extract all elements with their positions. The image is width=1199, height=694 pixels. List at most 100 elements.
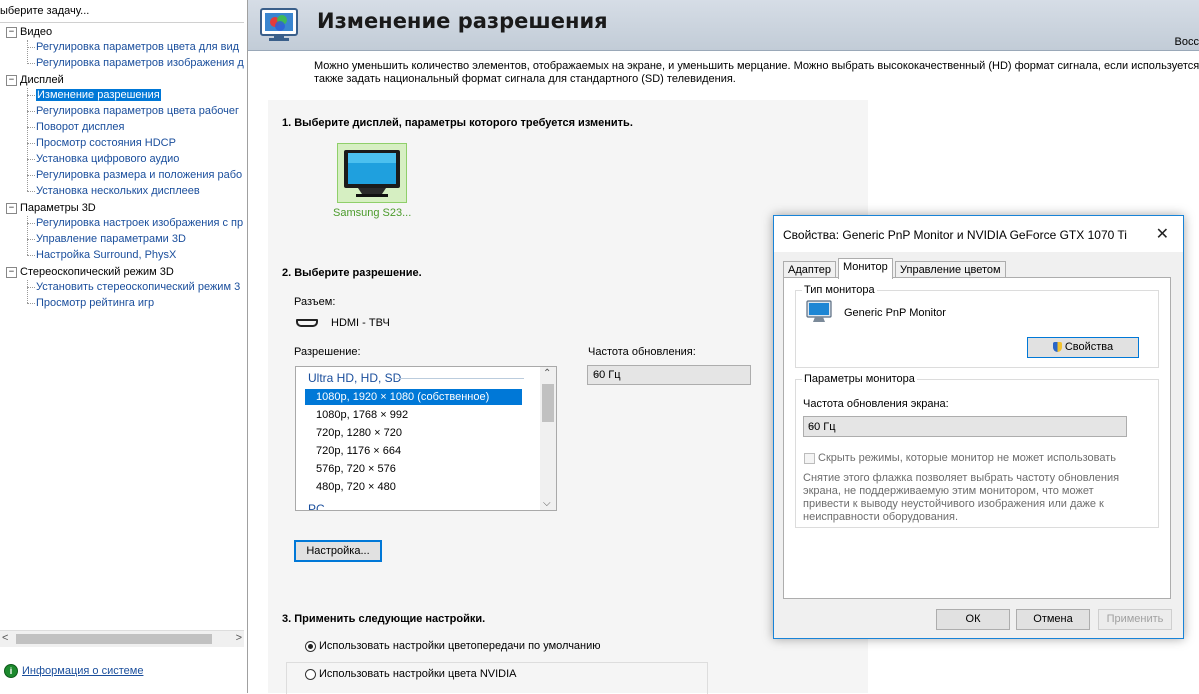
resolution-item[interactable]: 1080p, 1768 × 992	[305, 407, 522, 423]
display-tile[interactable]	[337, 143, 407, 203]
radio-nvidia-color[interactable]: Использовать настройки цвета NVIDIA	[305, 668, 517, 680]
tree-item-image-settings-preview[interactable]: Регулировка настроек изображения с пр	[36, 217, 243, 229]
display-settings-icon	[260, 8, 298, 41]
close-icon[interactable]: ✕	[1156, 224, 1169, 244]
monitor-properties-button[interactable]: Свойства	[1027, 337, 1139, 358]
tree-category-video[interactable]: − Видео	[6, 26, 52, 38]
tree-item-change-resolution[interactable]: Изменение разрешения	[36, 89, 161, 101]
collapse-toggle-icon[interactable]: −	[6, 202, 17, 214]
checkbox-icon[interactable]	[804, 452, 815, 464]
scroll-up-icon[interactable]: ⌃	[543, 368, 551, 379]
tree-item-digital-audio[interactable]: Установка цифрового аудио	[36, 153, 179, 165]
tree-item-hdcp-status[interactable]: Просмотр состояния HDCP	[36, 137, 176, 149]
system-info-link-row[interactable]: i Информация о системе	[4, 664, 143, 678]
collapse-toggle-icon[interactable]: −	[6, 74, 17, 86]
tree-item-game-ratings[interactable]: Просмотр рейтинга игр	[36, 297, 154, 309]
monitor-icon	[344, 150, 400, 197]
tree-connector	[27, 143, 35, 144]
scroll-down-icon[interactable]: ⌵	[543, 498, 551, 509]
tree-category-label: Видео	[20, 26, 53, 38]
page-description: Можно уменьшить количество элементов, от…	[314, 60, 1199, 86]
section-select-resolution-title: 2. Выберите разрешение.	[282, 267, 422, 279]
tree-item-manage-3d-settings[interactable]: Управление параметрами 3D	[36, 233, 186, 245]
chevron-down-icon: ⌵	[593, 368, 601, 379]
resolution-item[interactable]: 480p, 720 × 480	[305, 479, 522, 495]
tree-connector	[27, 63, 35, 64]
scroll-left-icon[interactable]: <	[2, 632, 8, 644]
tree-connector	[27, 223, 35, 224]
tree-connector	[27, 175, 35, 176]
tree-category-3d-settings[interactable]: − Параметры 3D	[6, 202, 96, 214]
resolution-group-header: Ultra HD, HD, SD	[308, 371, 402, 385]
tree-category-label: Дисплей	[20, 74, 64, 86]
tree-item-video-image[interactable]: Регулировка параметров изображения д	[36, 57, 244, 69]
tree-item-rotate-display[interactable]: Поворот дисплея	[36, 121, 124, 133]
tab-monitor[interactable]: Монитор	[838, 258, 893, 279]
tree-connector	[27, 255, 35, 256]
connector-value: HDMI - ТВЧ	[331, 317, 390, 329]
radio-default-color[interactable]: Использовать настройки цветопередачи по …	[305, 640, 601, 652]
apply-button[interactable]: Применить	[1098, 609, 1172, 630]
refresh-rate-label: Частота обновления экрана:	[803, 398, 949, 410]
title-divider	[0, 22, 244, 23]
tree-category-display[interactable]: − Дисплей	[6, 74, 64, 86]
scroll-right-icon[interactable]: >	[236, 632, 242, 644]
resolution-item[interactable]: 576p, 720 × 576	[305, 461, 522, 477]
tab-color-management[interactable]: Управление цветом	[895, 261, 1006, 278]
resolution-label: Разрешение:	[294, 346, 361, 358]
tree-horizontal-scrollbar[interactable]: < >	[0, 630, 244, 647]
tree-item-desktop-color[interactable]: Регулировка параметров цвета рабочег	[36, 105, 239, 117]
tree-item-multiple-displays[interactable]: Установка нескольких дисплеев	[36, 185, 200, 197]
task-tree-panel: ыберите задачу... − Видео Регулировка пар…	[0, 0, 248, 693]
task-tree-title: ыберите задачу...	[0, 5, 90, 17]
monitor-icon	[806, 300, 832, 322]
description-line: также задать национальный формат сигнала…	[314, 73, 736, 85]
resolution-list-scrollbar[interactable]: ⌃ ⌵	[540, 367, 556, 510]
tree-connector	[27, 40, 28, 62]
collapse-toggle-icon[interactable]: −	[6, 266, 17, 278]
customize-button[interactable]: Настройка...	[294, 540, 382, 562]
hdmi-connector-icon	[296, 319, 318, 327]
restore-defaults-link[interactable]: Восс	[1175, 36, 1199, 48]
tree-connector	[27, 191, 35, 192]
chevron-down-icon: ⌵	[808, 419, 817, 431]
collapse-toggle-icon[interactable]: −	[6, 26, 17, 38]
tree-item-set-stereoscopic-3d[interactable]: Установить стереоскопический режим 3	[36, 281, 240, 293]
page-header: Изменение разрешения Восс	[248, 0, 1199, 51]
uac-shield-icon	[1052, 342, 1062, 353]
tree-category-stereoscopic-3d[interactable]: − Стереоскопический режим 3D	[6, 266, 174, 278]
cancel-button[interactable]: Отмена	[1016, 609, 1090, 630]
scrollbar-thumb[interactable]	[16, 634, 212, 644]
resolution-item[interactable]: 1080p, 1920 × 1080 (собственное)	[305, 389, 522, 405]
resolution-item[interactable]: 720p, 1176 × 664	[305, 443, 522, 459]
tree-category-label: Параметры 3D	[20, 202, 96, 214]
tree-category-label: Стереоскопический режим 3D	[20, 266, 174, 278]
system-info-link[interactable]: Информация о системе	[22, 665, 143, 677]
page-title: Изменение разрешения	[317, 9, 608, 33]
dialog-titlebar[interactable]: Свойства: Generic PnP Monitor и NVIDIA G…	[774, 216, 1183, 252]
radio-unselected-icon[interactable]	[305, 668, 316, 680]
tree-connector	[27, 239, 35, 240]
scrollbar-thumb[interactable]	[542, 384, 554, 422]
radio-selected-icon[interactable]	[305, 640, 316, 652]
resolution-item[interactable]: 720p, 1280 × 720	[305, 425, 522, 441]
connector-label: Разъем:	[294, 296, 336, 308]
screen-refresh-rate-dropdown[interactable]: 60 Гц ⌵	[803, 416, 1127, 437]
monitor-name: Generic PnP Monitor	[844, 307, 946, 319]
tree-item-video-color[interactable]: Регулировка параметров цвета для вид	[36, 41, 239, 53]
hide-modes-checkbox[interactable]: Скрыть режимы, которые монитор не может …	[804, 452, 1116, 464]
button-label: Свойства	[1064, 341, 1114, 353]
tree-connector	[27, 95, 35, 96]
tree-connector	[27, 111, 35, 112]
tab-adapter[interactable]: Адаптер	[783, 261, 836, 278]
tree-item-surround-physx[interactable]: Настройка Surround, PhysX	[36, 249, 176, 261]
tree-connector	[27, 216, 28, 255]
refresh-rate-dropdown[interactable]: 60 Гц ⌵	[587, 365, 751, 385]
ok-button[interactable]: ОК	[936, 609, 1010, 630]
dialog-title: Свойства: Generic PnP Monitor и NVIDIA G…	[783, 228, 1127, 242]
info-icon: i	[4, 664, 18, 678]
resolution-list[interactable]: Ultra HD, HD, SD 1080p, 1920 × 1080 (соб…	[295, 366, 557, 511]
tree-item-desktop-size[interactable]: Регулировка размера и положения рабо	[36, 169, 242, 181]
checkbox-label: Скрыть режимы, которые монитор не может …	[818, 452, 1116, 464]
tree-connector	[27, 47, 35, 48]
